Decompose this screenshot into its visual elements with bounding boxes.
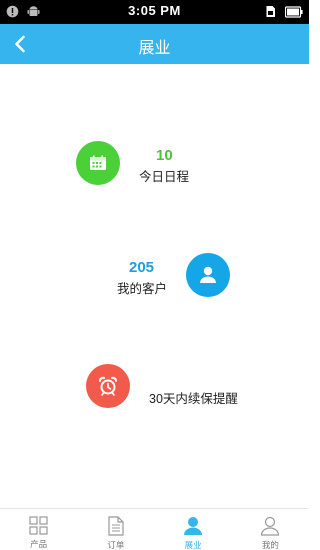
tab-label: 我的 [261,540,279,550]
schedule-count: 10 [156,147,173,164]
page-title: 展业 [138,40,171,57]
reminder-circle [86,364,130,408]
renewal-reminder-item[interactable]: 30天内续保提醒 [86,364,246,409]
today-schedule-item[interactable]: 10 今日日程 [76,141,216,186]
tab-orders[interactable]: 订单 [77,509,154,550]
alarm-clock-icon [99,376,117,396]
tab-label: 产品 [30,539,48,549]
battery-icon [285,5,303,18]
sd-card-icon [266,6,275,17]
app-header: 展业 [0,24,309,64]
calendar-circle [76,141,120,185]
status-time: 3:05 PM [128,3,181,18]
customer-circle [186,253,230,297]
grid-icon [29,516,49,535]
user-outline-icon [260,516,280,536]
tab-label: 展业 [184,540,202,550]
reminder-label: 30天内续保提醒 [149,392,238,406]
schedule-label: 今日日程 [139,170,190,184]
tab-label: 订单 [107,540,125,550]
my-customers-item[interactable]: 205 我的客户 [117,253,232,298]
person-icon [200,266,216,283]
customer-count: 205 [129,259,155,276]
status-bar: 3:05 PM [0,0,309,24]
document-icon [106,516,126,536]
calendar-icon [90,155,106,170]
tab-products[interactable]: 产品 [0,509,77,550]
bottom-tab-bar: 产品 订单 展业 我的 [0,508,309,550]
customer-label: 我的客户 [117,282,168,296]
tab-mine[interactable]: 我的 [232,509,309,550]
person-icon [183,516,203,536]
tab-business[interactable]: 展业 [155,509,232,550]
